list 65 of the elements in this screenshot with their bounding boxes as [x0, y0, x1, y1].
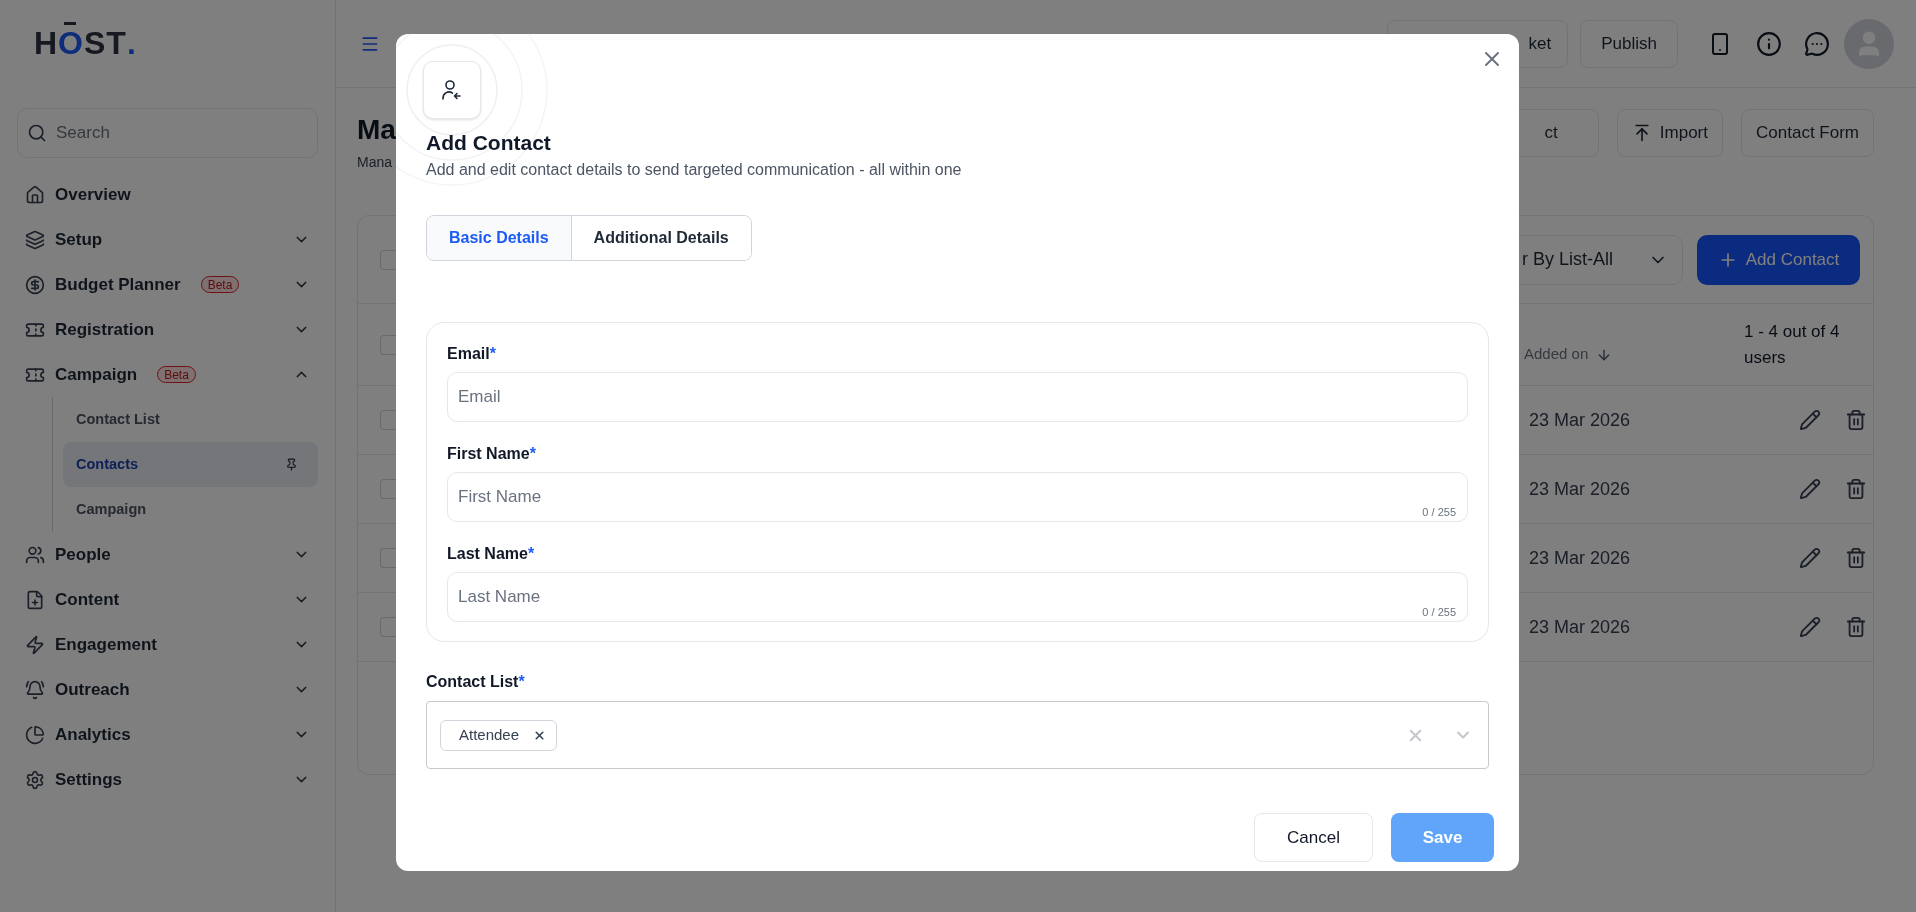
column-header[interactable]: Added on: [1524, 343, 1589, 366]
delete-icon[interactable]: [1845, 478, 1867, 500]
nav-item[interactable]: Budget Planner Beta: [17, 262, 318, 307]
beta-tag: Beta: [200, 276, 240, 293]
edit-icon[interactable]: [1799, 616, 1821, 638]
sub-nav-item[interactable]: Contact List: [63, 397, 318, 442]
chat-icon[interactable]: [1804, 30, 1830, 57]
layers-icon: [25, 229, 45, 250]
selected-tag: Attendee: [440, 719, 558, 751]
settings-icon: [25, 769, 45, 790]
tab[interactable]: Additional Details: [570, 216, 751, 260]
field-label: Contact List*: [426, 672, 526, 692]
character-counter: 0 / 255: [1422, 604, 1456, 620]
edit-icon[interactable]: [1799, 478, 1821, 500]
nav-item[interactable]: Settings: [17, 757, 318, 802]
page-title: Ma: [357, 113, 396, 147]
edit-icon[interactable]: [1799, 547, 1821, 569]
date-cell-text: 23 Mar 2026: [1528, 546, 1632, 570]
nav-item[interactable]: People: [17, 532, 318, 577]
dialog-subtitle: Add and edit contact details to send targeted communication - all within one: [426, 160, 963, 180]
field-label: Email*: [447, 344, 497, 364]
action-button[interactable]: Contact Form: [1741, 109, 1874, 157]
date-cell-text: 23 Mar 2026: [1528, 477, 1632, 501]
dialog-title: Add Contact: [426, 130, 552, 156]
field-label: First Name*: [447, 444, 537, 464]
date-cell-text: 23 Mar 2026: [1528, 615, 1632, 639]
text-field[interactable]: Email: [447, 372, 1468, 422]
people-icon: [25, 544, 45, 565]
delete-icon[interactable]: [1845, 616, 1867, 638]
nav-item[interactable]: Content: [17, 577, 318, 622]
nav-item[interactable]: Analytics: [17, 712, 318, 757]
dollar-circle-icon: [25, 274, 45, 295]
search-icon: [27, 123, 47, 143]
lightning-icon: [25, 634, 45, 655]
tab[interactable]: Basic Details: [427, 216, 571, 260]
nav-item[interactable]: Setup: [17, 217, 318, 262]
edit-icon[interactable]: [1799, 409, 1821, 431]
nav-item[interactable]: Registration: [17, 307, 318, 352]
beta-tag: Beta: [157, 366, 196, 383]
action-button[interactable]: Import: [1616, 109, 1723, 157]
save-button[interactable]: Save: [1391, 813, 1494, 862]
nav-item[interactable]: Outreach: [17, 667, 318, 712]
date-cell-text: 23 Mar 2026: [1528, 408, 1632, 432]
pie-chart-icon: [25, 724, 45, 745]
character-counter: 0 / 255: [1422, 504, 1456, 520]
home-icon: [25, 184, 45, 205]
contact-list-select[interactable]: Attendee: [426, 701, 1489, 769]
document-plus-icon: [25, 589, 45, 610]
results-count: 1 - 4 out of 4 users: [1744, 320, 1841, 369]
sub-nav-item[interactable]: Contacts: [63, 442, 318, 487]
bell-icon: [25, 679, 45, 700]
sub-nav-item[interactable]: Campaign: [63, 487, 318, 532]
user-arrow-icon: [440, 78, 464, 102]
nav-item[interactable]: Overview: [17, 172, 318, 217]
delete-icon[interactable]: [1845, 409, 1867, 431]
nav-item[interactable]: Engagement: [17, 622, 318, 667]
cancel-button[interactable]: Cancel: [1254, 813, 1373, 862]
nav-item[interactable]: Campaign Beta: [17, 352, 318, 397]
delete-icon[interactable]: [1845, 547, 1867, 569]
page-subtitle: Mana: [357, 153, 394, 172]
add-contact-button[interactable]: Add Contact: [1697, 234, 1860, 285]
topbar-button[interactable]: Publish: [1580, 19, 1678, 68]
search-field[interactable]: Search: [17, 108, 318, 158]
field-label: Last Name*: [447, 544, 536, 564]
info-icon[interactable]: [1756, 30, 1782, 57]
